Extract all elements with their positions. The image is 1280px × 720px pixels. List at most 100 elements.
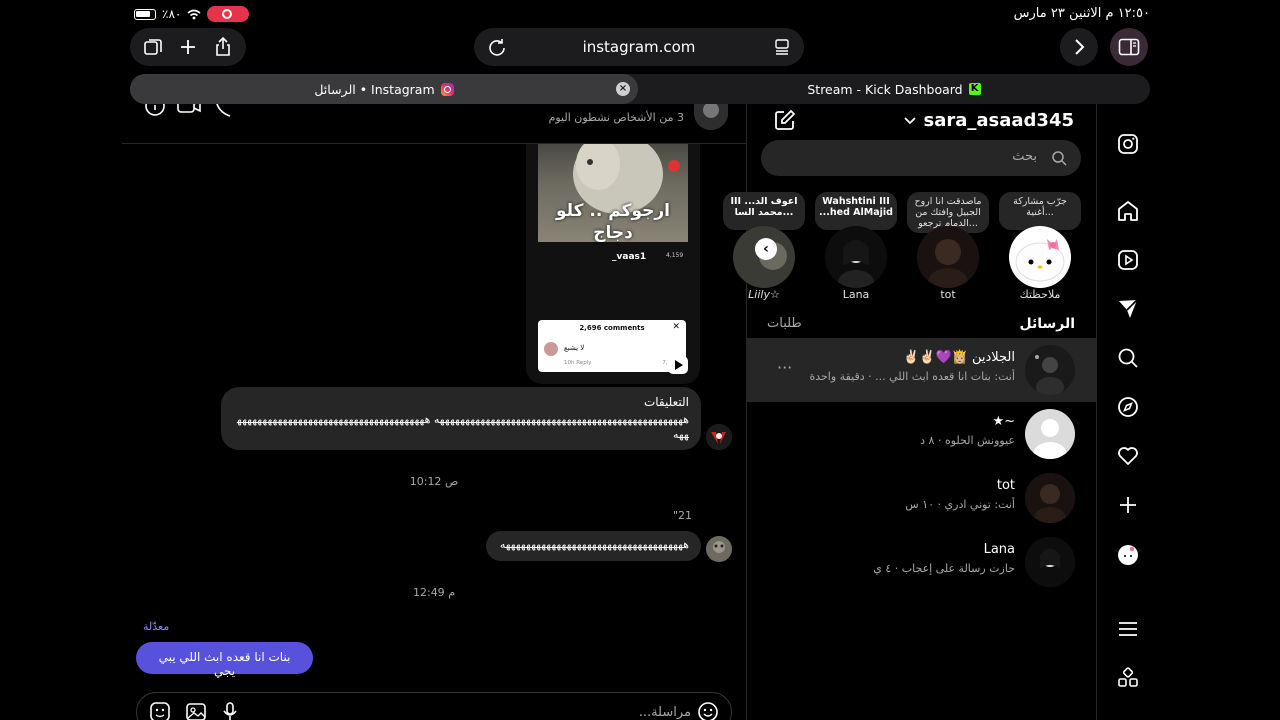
note-item-self[interactable]: جرّب مشاركة أغنية... ملاحظتك	[997, 190, 1083, 302]
reader-icon[interactable]	[772, 37, 792, 57]
thread-preview: عيوونش الحلوه · ٨ د	[920, 434, 1015, 447]
thread-item[interactable]: ~★ عيوونش الحلوه · ٨ د	[747, 402, 1097, 466]
instagram-logo-icon[interactable]	[1115, 131, 1141, 157]
shared-reel[interactable]: ارجوكم .. كلو دجاج _vaas1 4,159 2,696 co…	[526, 144, 700, 384]
search-icon	[1052, 151, 1067, 166]
chat-avatar[interactable]	[694, 104, 728, 130]
inbox-panel: sara_asaad345 بحث جرّب مشاركة أغنية... م…	[723, 104, 1097, 720]
search-placeholder: بحث	[1012, 149, 1037, 164]
sender-avatar-2[interactable]	[706, 536, 732, 562]
edited-label: معدّلة	[143, 620, 170, 633]
messages-section-header: الرسائل طلبات	[747, 316, 1097, 340]
emoji-icon[interactable]	[697, 701, 719, 720]
thread-name: الجلادين 👸🏼💜✌🏻✌🏻	[903, 350, 1015, 365]
heart-icon[interactable]	[1115, 443, 1141, 469]
comment-bubble-title: التعليقات	[643, 395, 689, 409]
status-time: ١٢:٥٠ م الاثنين ٢٣ مارس	[1013, 6, 1150, 21]
active-status-text: 3 من الأشخاص نشطون اليوم	[548, 111, 684, 124]
letterbox-left	[0, 0, 122, 720]
phone-icon[interactable]	[212, 104, 238, 122]
more-options-icon[interactable]: ···	[777, 358, 792, 377]
status-left: ٪٨٠	[134, 6, 250, 22]
thread-name: ~★	[992, 414, 1015, 429]
nav-rail	[1096, 104, 1158, 720]
account-switcher[interactable]: sara_asaad345	[903, 110, 1074, 131]
comment-bubble-text: هههههههههههههههههههههههههههههههههههههههه…	[237, 413, 689, 441]
info-icon[interactable]	[142, 104, 168, 122]
address-bar[interactable]: instagram.com	[474, 28, 804, 66]
letterbox-right	[1158, 0, 1280, 720]
note-item-tot[interactable]: ماصدقت انا اروح الجبيل وافتك من الدمام ت…	[905, 190, 991, 302]
chevron-right-icon	[1075, 39, 1085, 55]
explore-icon[interactable]	[1115, 394, 1141, 420]
video-call-icon[interactable]	[176, 104, 202, 122]
share-button[interactable]	[209, 33, 237, 61]
reel-views: 4,159	[666, 252, 684, 259]
apps-icon[interactable]	[1115, 665, 1141, 691]
home-icon[interactable]	[1115, 198, 1141, 224]
reel-play-icon[interactable]	[668, 356, 688, 374]
timestamp-2: 12:49 م	[412, 586, 455, 599]
timestamp-1: 10:12 ص	[409, 475, 459, 488]
note-item-lana[interactable]: Wahshtini III ...hed AlMajid Lana	[813, 190, 899, 302]
search-input[interactable]: بحث	[761, 140, 1081, 176]
new-tab-button[interactable]	[174, 33, 202, 61]
image-icon[interactable]	[185, 701, 207, 720]
sidebar-icon	[1118, 38, 1140, 56]
wifi-icon	[187, 9, 201, 19]
note-avatar	[917, 226, 979, 288]
thread-name: Lana	[983, 542, 1015, 557]
status-bar: ٪٨٠ ١٢:٥٠ م الاثنين ٢٣ مارس	[122, 0, 1158, 28]
reels-icon[interactable]	[1115, 247, 1141, 273]
tab-instagram[interactable]: الرسائل • Instagram ×	[130, 74, 638, 104]
microphone-icon[interactable]	[219, 701, 241, 720]
tabs-overview-button[interactable]	[139, 33, 167, 61]
note-name: Liily☆	[748, 288, 780, 301]
forward-button[interactable]	[1060, 28, 1098, 66]
notes-scroll-left-button[interactable]: ‹	[755, 238, 777, 260]
reel-comments-sheet: 2,696 comments ✕ لا يشبع 10h Reply 7,794	[538, 320, 686, 372]
thread-preview: أنت: توني ادري · ١٠ س	[905, 498, 1015, 511]
sender-avatar[interactable]	[706, 424, 732, 450]
profile-avatar-icon[interactable]	[1115, 542, 1141, 568]
screen-record-indicator[interactable]	[207, 6, 250, 22]
battery-percent: ٪٨٠	[162, 7, 182, 21]
search-icon[interactable]	[1115, 345, 1141, 371]
note-name: Lana	[842, 288, 870, 301]
sticker-icon[interactable]	[149, 701, 171, 720]
thread-item[interactable]: الجلادين 👸🏼💜✌🏻✌🏻 أنت: بنات انا قعده ابث …	[747, 338, 1097, 402]
reel-username: _vaas1	[612, 252, 647, 262]
thread-item[interactable]: tot أنت: توني ادري · ١٠ س	[747, 466, 1097, 530]
thread-preview: أنت: بنات انا قعده ابث اللي ... · دقيقة …	[809, 370, 1015, 383]
comment-message-bubble[interactable]: التعليقات هههههههههههههههههههههههههههههه…	[221, 387, 701, 450]
thread-avatar	[1025, 473, 1075, 523]
chat-header: 3 من الأشخاص نشطون اليوم	[122, 104, 746, 144]
thread-avatar	[1025, 537, 1075, 587]
tab-kick-title: Stream - Kick Dashboard	[807, 81, 963, 97]
close-icon: ✕	[672, 322, 680, 332]
thread-item[interactable]: Lana حازت رسالة على إعجاب · ٤ ي	[747, 530, 1097, 594]
laugh-message-bubble[interactable]: ههههههههههههههههههههههههههههههههههههه	[486, 531, 701, 561]
chevron-down-icon	[903, 116, 916, 124]
reel-comments-title: 2,696 comments	[579, 324, 645, 332]
note-name: ملاحظتك	[1019, 288, 1061, 301]
message-composer[interactable]: مراسلة...	[136, 692, 732, 720]
tab-kick[interactable]: Stream - Kick Dashboard K	[638, 74, 1150, 104]
tabs-icon	[144, 39, 163, 55]
messages-heading: الرسائل	[1019, 316, 1075, 332]
note-avatar	[1009, 226, 1071, 288]
requests-link[interactable]: طلبات	[767, 316, 802, 331]
close-tab-icon[interactable]: ×	[616, 82, 630, 96]
messages-icon[interactable]	[1115, 296, 1141, 322]
create-icon[interactable]	[1115, 492, 1141, 518]
reload-icon[interactable]	[486, 36, 508, 58]
tab-bar: الرسائل • Instagram × Stream - Kick Dash…	[130, 74, 1150, 104]
note-text: III اعوف الد... محمد السا...	[723, 192, 805, 230]
my-message-bubble[interactable]: بنات انا قعده ابث اللي يبي يجي	[136, 642, 313, 678]
menu-icon[interactable]	[1115, 616, 1141, 642]
compose-icon[interactable]	[773, 108, 797, 132]
notes-row: جرّب مشاركة أغنية... ملاحظتك ماصدقت انا …	[723, 190, 1097, 302]
note-text: Wahshtini III ...hed AlMajid	[815, 192, 897, 230]
sidebar-toggle-button[interactable]	[1110, 28, 1148, 66]
instagram-favicon-icon	[440, 82, 454, 96]
